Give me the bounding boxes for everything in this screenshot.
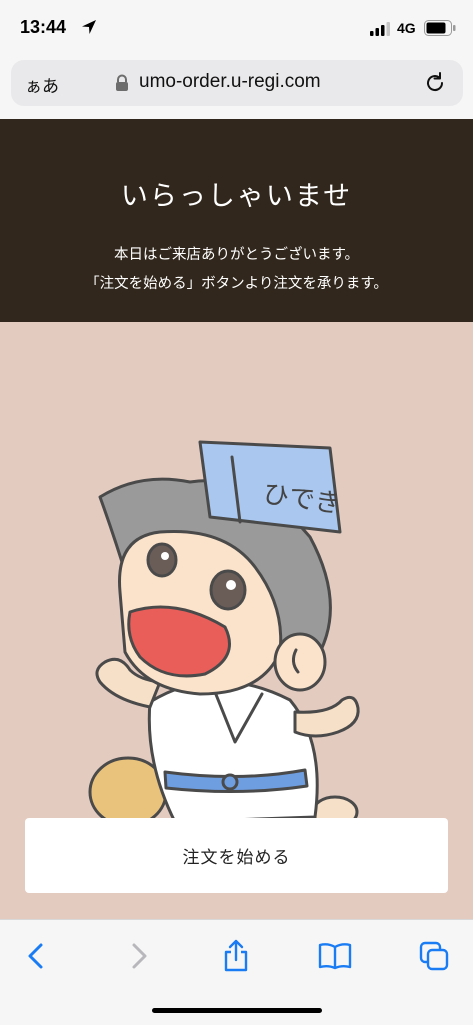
welcome-title: いらっしゃいませ (120, 181, 353, 212)
bookmarks-button[interactable] (313, 934, 357, 978)
address-bar[interactable]: ぁあ umo-order.u-regi.com (11, 60, 463, 106)
welcome-message-line-1: 本日はご来店ありがとうございます。 (113, 247, 360, 263)
back-button[interactable] (15, 934, 59, 978)
welcome-banner: いらっしゃいませ 本日はご来店ありがとうございます。 「注文を始める」ボタンより… (0, 119, 473, 322)
battery-icon (424, 20, 456, 36)
tabs-button[interactable] (412, 934, 456, 978)
start-order-button[interactable]: 注文を始める (25, 818, 448, 893)
tabs-icon (419, 941, 449, 971)
text-size-button[interactable]: ぁあ (25, 72, 59, 97)
lock-icon (116, 74, 128, 91)
share-icon (224, 939, 248, 972)
reload-icon[interactable] (423, 71, 447, 95)
forward-button[interactable] (116, 934, 160, 978)
network-type: 4G (397, 20, 416, 36)
url-text[interactable]: umo-order.u-regi.com (139, 71, 321, 93)
signal-bars-icon (370, 22, 390, 36)
forward-icon (132, 943, 147, 969)
status-bar: 13:44 4G (0, 0, 473, 58)
status-time: 13:44 (20, 17, 67, 37)
bookmarks-icon (318, 943, 352, 970)
back-icon (28, 943, 43, 969)
welcome-message-line-2: 「注文を始める」ボタンより注文を承ります。 (85, 276, 388, 292)
share-button[interactable] (214, 934, 258, 978)
location-arrow-icon (82, 20, 96, 34)
home-indicator (152, 1008, 322, 1013)
